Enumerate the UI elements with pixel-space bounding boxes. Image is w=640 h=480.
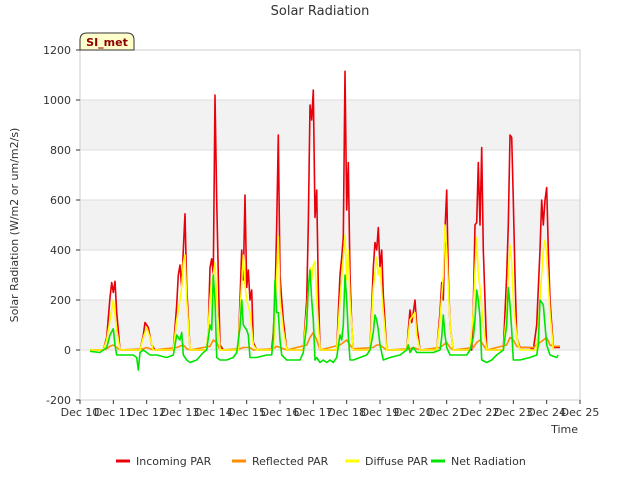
legend-label: Incoming PAR [136,455,212,468]
y-tick-label: -200 [46,394,71,407]
legend: Incoming PAR Reflected PAR Diffuse PAR Net … [116,455,526,468]
legend-label: Net Radiation [451,455,526,468]
site-label: SI_met [86,36,128,49]
plot-band [80,200,580,250]
x-tick-label: Dec 25 [561,406,600,419]
x-axis-label: Time [550,423,578,436]
y-tick-label: 1000 [43,94,71,107]
plot-band [80,100,580,150]
y-tick-label: 0 [64,344,71,357]
y-tick-label: 600 [50,194,71,207]
chart-title: Solar Radiation [271,4,370,19]
y-axis-label: Solar Radiation (W/m2 or um/m2/s) [8,128,21,323]
y-tick-label: 1200 [43,44,71,57]
legend-label: Reflected PAR [252,455,329,468]
site-label-badge: SI_met [79,32,135,51]
y-tick-label: 400 [50,244,71,257]
legend-label: Diffuse PAR [365,455,429,468]
y-tick-label: 200 [50,294,71,307]
solar-radiation-chart: Dec 10Dec 11Dec 12Dec 13Dec 14Dec 15Dec … [0,0,640,480]
y-tick-label: 800 [50,144,71,157]
